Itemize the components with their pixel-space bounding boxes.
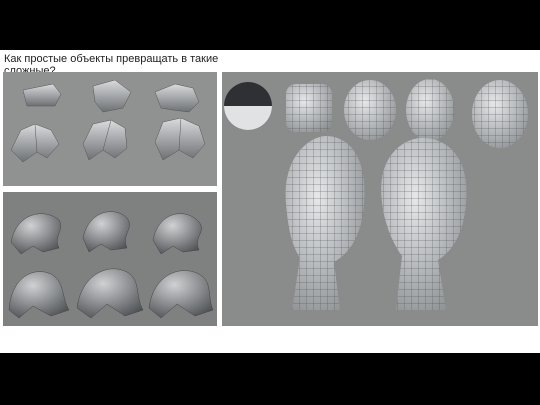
head-modeling-image	[222, 72, 538, 326]
slide: Как простые объекты превращать в такие с…	[0, 50, 540, 353]
sculpted-creature-image	[3, 192, 217, 326]
blockout-creature-image	[3, 72, 217, 186]
